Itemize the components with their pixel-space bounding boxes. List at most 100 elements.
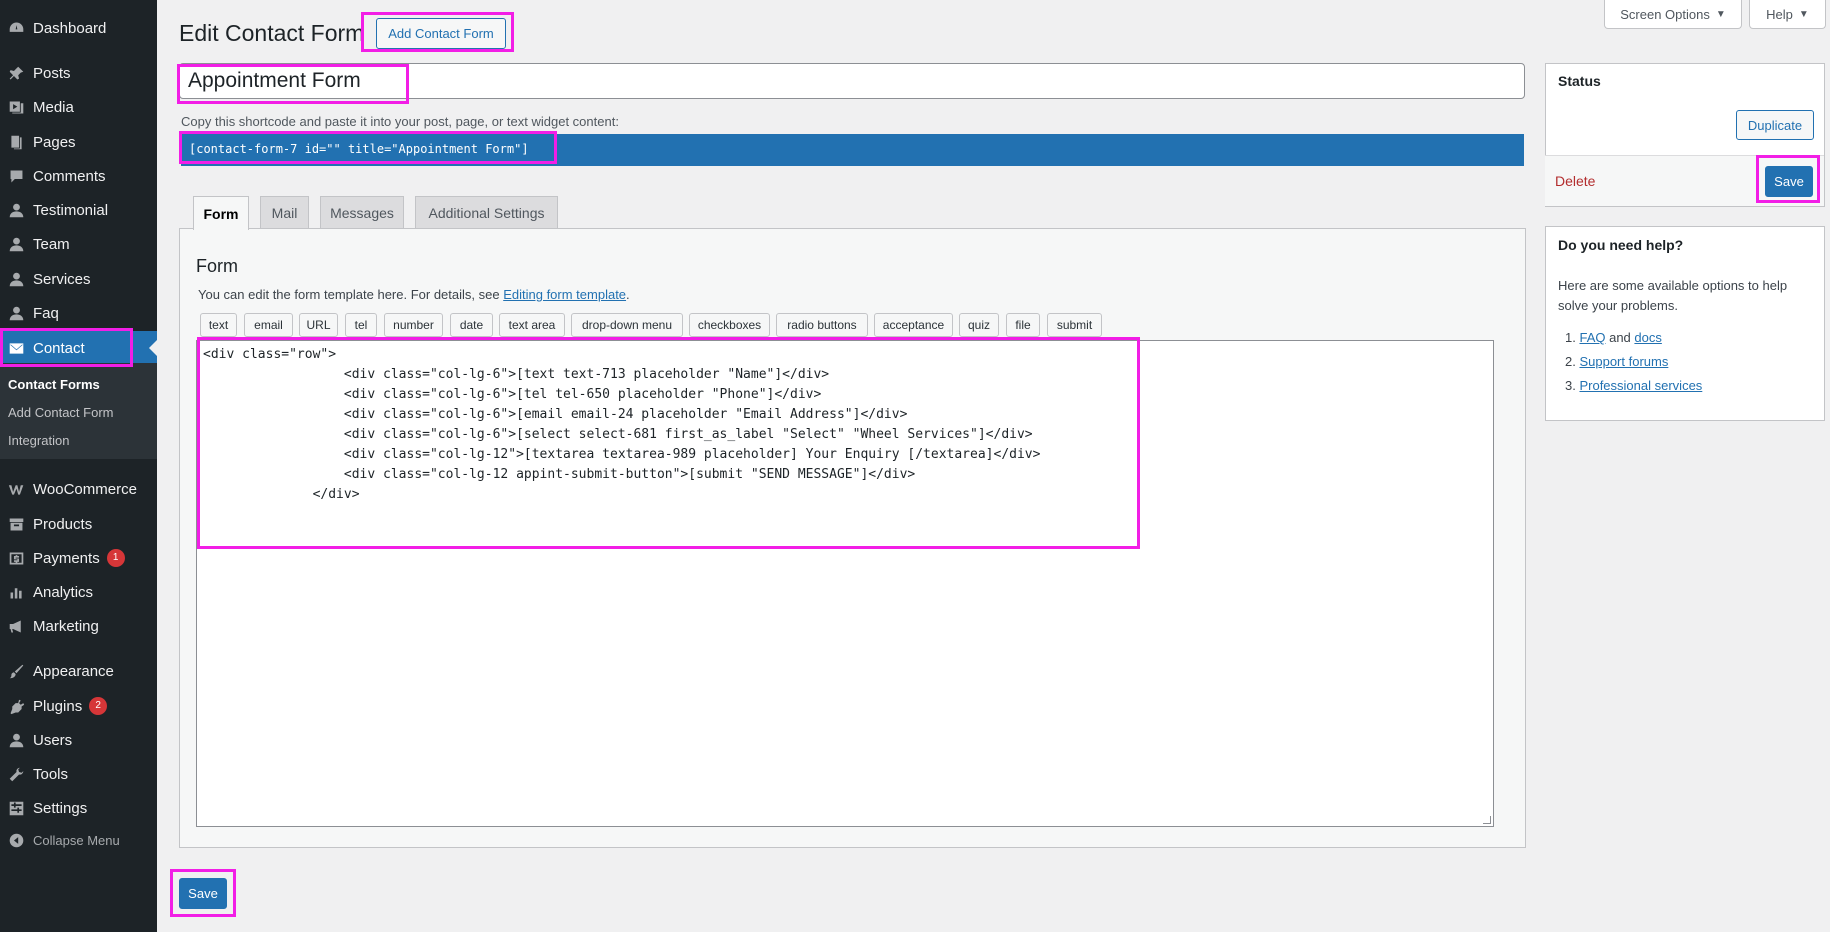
status-title: Status (1558, 73, 1601, 89)
collapse-menu-label: Collapse Menu (33, 832, 120, 848)
help-list-item-1: 1. FAQ and docs (1565, 328, 1662, 348)
archive-icon (6, 514, 26, 534)
sidebar-item-label: Media (33, 98, 74, 116)
submenu-integration[interactable]: Integration (8, 433, 69, 448)
sidebar-item-testimonial[interactable]: Testimonial (0, 193, 157, 227)
help-title: Do you need help? (1558, 237, 1684, 253)
code-line: <div class="col-lg-6">[email email-24 pl… (203, 407, 908, 422)
status-divider (1545, 155, 1824, 156)
sidebar-item-label: Marketing (33, 617, 99, 635)
sidebar-item-analytics[interactable]: Analytics (0, 575, 157, 609)
tab-mail[interactable]: Mail (260, 196, 309, 229)
sidebar-item-plugins[interactable]: Plugins 2 (0, 689, 157, 723)
sidebar-item-appearance[interactable]: Appearance (0, 654, 157, 688)
list-number: 1. (1565, 330, 1576, 345)
sidebar-item-label: Analytics (33, 583, 94, 601)
tag-button-radio[interactable]: radio buttons (776, 313, 868, 337)
tag-button-number[interactable]: number (384, 313, 443, 337)
support-forums-link[interactable]: Support forums (1579, 354, 1668, 369)
sidebar-item-marketing[interactable]: Marketing (0, 609, 157, 643)
delete-link[interactable]: Delete (1555, 173, 1595, 189)
sidebar-item-payments[interactable]: Payments 1 (0, 541, 157, 575)
code-line: </div> (203, 487, 360, 502)
user-icon (6, 269, 26, 289)
code-line: <div class="col-lg-12 appint-submit-butt… (203, 467, 916, 482)
list-number: 3. (1565, 378, 1576, 393)
tag-button-text[interactable]: text (200, 313, 237, 337)
add-contact-form-button[interactable]: Add Contact Form (376, 18, 506, 49)
sidebar-item-label: Plugins (33, 697, 83, 715)
sidebar-item-label: Settings (33, 799, 88, 817)
tag-button-email[interactable]: email (244, 313, 293, 337)
help-toggle[interactable]: Help ▼ (1749, 0, 1826, 29)
tag-button-file[interactable]: file (1006, 313, 1040, 337)
code-line: <div class="col-lg-6">[text text-713 pla… (203, 367, 830, 382)
sidebar-item-media[interactable]: Media (0, 90, 157, 124)
sidebar-item-label: Comments (33, 167, 106, 185)
sidebar-item-label: Posts (33, 64, 71, 82)
tab-messages[interactable]: Messages (320, 196, 404, 229)
editing-form-template-link[interactable]: Editing form template (503, 287, 626, 302)
form-title-input[interactable]: Appointment Form (179, 63, 1525, 99)
tag-button-date[interactable]: date (450, 313, 493, 337)
sidebar-item-posts[interactable]: Posts (0, 56, 157, 90)
paintbrush-icon (6, 661, 26, 681)
tab-form[interactable]: Form (193, 196, 249, 230)
sidebar-item-contact[interactable]: Contact (0, 331, 157, 365)
docs-link[interactable]: docs (1634, 330, 1661, 345)
sidebar-item-comments[interactable]: Comments (0, 159, 157, 193)
sidebar-item-faq[interactable]: Faq (0, 296, 157, 330)
collapse-arrow-icon (6, 830, 26, 850)
sidebar-item-team[interactable]: Team (0, 227, 157, 261)
tag-button-tel[interactable]: tel (345, 313, 377, 337)
sidebar-item-settings[interactable]: Settings (0, 791, 157, 825)
submenu-add-contact-form[interactable]: Add Contact Form (8, 405, 114, 420)
pages-icon (6, 132, 26, 152)
tab-additional-settings[interactable]: Additional Settings (415, 196, 558, 229)
panel-title: Form (196, 256, 238, 276)
shortcode-value[interactable]: [contact-form-7 id="" title="Appointment… (189, 142, 529, 156)
panel-description: You can edit the form template here. For… (198, 287, 630, 302)
plugin-icon (6, 696, 26, 716)
shortcode-description: Copy this shortcode and paste it into yo… (181, 114, 619, 129)
tag-button-url[interactable]: URL (299, 313, 338, 337)
status-save-button[interactable]: Save (1765, 166, 1813, 197)
tag-button-textarea[interactable]: text area (499, 313, 565, 337)
tag-button-checkboxes[interactable]: checkboxes (689, 313, 770, 337)
resize-handle[interactable] (1483, 816, 1491, 824)
sidebar-item-users[interactable]: Users (0, 723, 157, 757)
admin-sidebar: Dashboard Posts Media Pages Comments Tes… (0, 0, 157, 932)
tag-button-quiz[interactable]: quiz (959, 313, 999, 337)
code-line: <div class="col-lg-6">[tel tel-650 place… (203, 387, 822, 402)
sidebar-item-label: Users (33, 731, 73, 749)
collapse-menu-button[interactable]: Collapse Menu (0, 828, 120, 852)
bottom-save-button[interactable]: Save (179, 878, 227, 909)
sidebar-item-pages[interactable]: Pages (0, 125, 157, 159)
sidebar-item-services[interactable]: Services (0, 262, 157, 296)
sidebar-item-tools[interactable]: Tools (0, 757, 157, 791)
tag-button-dropdown[interactable]: drop-down menu (571, 313, 683, 337)
comments-icon (6, 166, 26, 186)
tag-button-submit[interactable]: submit (1047, 313, 1102, 337)
sidebar-item-label: Pages (33, 133, 76, 151)
active-menu-arrow (149, 340, 157, 356)
tag-button-acceptance[interactable]: acceptance (874, 313, 953, 337)
user-icon (6, 303, 26, 323)
sidebar-item-label: Appearance (33, 662, 114, 680)
sidebar-item-label: WooCommerce (33, 480, 137, 498)
submenu-contact-forms[interactable]: Contact Forms (8, 377, 100, 392)
screen-options-toggle[interactable]: Screen Options ▼ (1604, 0, 1742, 29)
users-icon (6, 730, 26, 750)
faq-link[interactable]: FAQ (1579, 330, 1605, 345)
list-number: 2. (1565, 354, 1576, 369)
help-text: Here are some available options to help … (1558, 278, 1788, 313)
help-list-item-2: 2. Support forums (1565, 352, 1668, 372)
sidebar-item-products[interactable]: Products (0, 507, 157, 541)
user-icon (6, 234, 26, 254)
duplicate-button[interactable]: Duplicate (1736, 110, 1814, 140)
help-label: Help (1766, 6, 1793, 22)
sidebar-item-dashboard[interactable]: Dashboard (0, 11, 157, 45)
sidebar-item-label: Team (33, 235, 70, 253)
professional-services-link[interactable]: Professional services (1579, 378, 1702, 393)
sidebar-item-woocommerce[interactable]: WooCommerce (0, 472, 157, 506)
